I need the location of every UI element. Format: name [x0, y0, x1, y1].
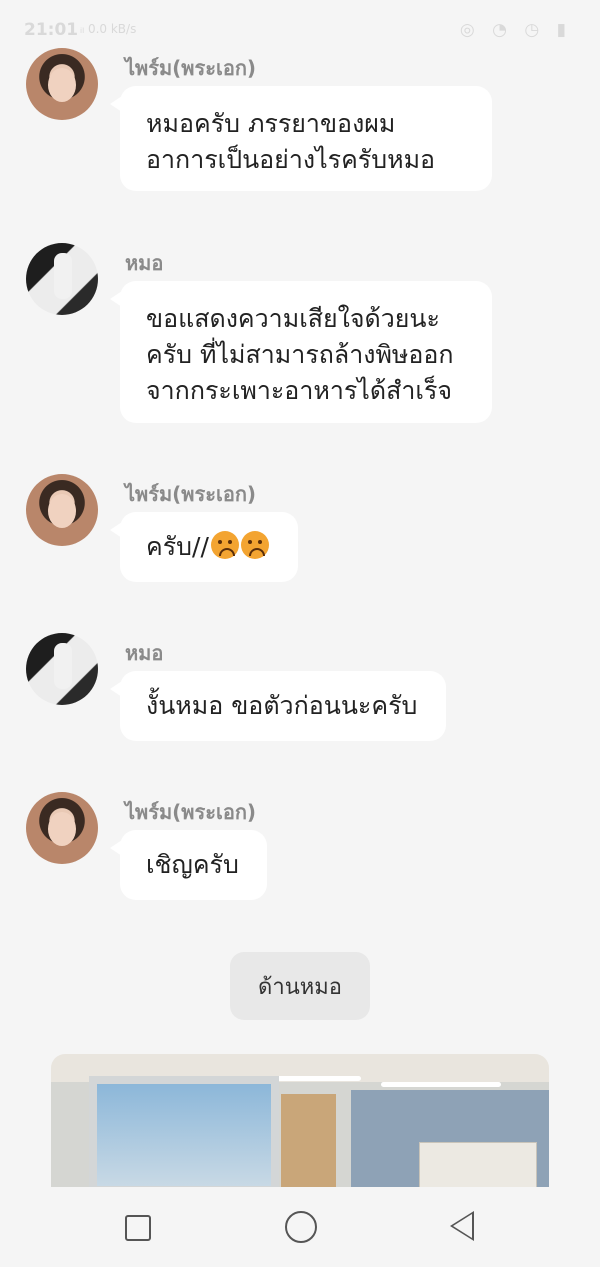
hero-avatar[interactable]	[26, 474, 98, 546]
sender-name: ไพร์ม(พระเอก)	[125, 482, 257, 506]
recents-square-icon[interactable]	[125, 1215, 151, 1241]
back-triangle-icon[interactable]	[450, 1211, 474, 1241]
message-text: ครับ//	[146, 532, 209, 561]
signal-indicator: ᵢₗ 0.0 kB/s	[80, 22, 137, 36]
scene-label-button[interactable]: ด้านหมอ	[230, 952, 370, 1020]
worried-face-icon	[210, 531, 239, 559]
message-bubble: ขอแสดงความเสียใจด้วยนะ ครับ ที่ไม่สามารถ…	[110, 281, 492, 423]
message-bubble: งั้นหมอ ขอตัวก่อนนะครับ	[110, 671, 446, 741]
sender-name: หมอ	[125, 641, 164, 665]
hospital-room-image[interactable]	[51, 1054, 549, 1194]
navigation-bar	[0, 1187, 600, 1267]
message-bubble: ครับ//	[110, 512, 298, 582]
message-bubble: เชิญครับ	[110, 830, 267, 900]
sender-name: ไพร์ม(พระเอก)	[125, 800, 257, 824]
sender-name: หมอ	[125, 251, 164, 275]
doctor-avatar[interactable]	[26, 243, 98, 315]
home-circle-icon[interactable]	[285, 1211, 317, 1243]
doctor-avatar[interactable]	[26, 633, 98, 705]
status-icons: ◎ ◔ ◷ ▮	[459, 20, 572, 40]
message-bubble: หมอครับ ภรรยาของผม อาการเป็นอย่างไรครับห…	[110, 86, 492, 191]
worried-face-icon	[240, 531, 269, 559]
status-time: 21:01	[24, 20, 79, 40]
status-bar: 21:01 ᵢₗ 0.0 kB/s ◎ ◔ ◷ ▮	[0, 0, 600, 62]
hero-avatar[interactable]	[26, 48, 98, 120]
hero-avatar[interactable]	[26, 792, 98, 864]
sender-name: ไพร์ม(พระเอก)	[125, 56, 257, 80]
